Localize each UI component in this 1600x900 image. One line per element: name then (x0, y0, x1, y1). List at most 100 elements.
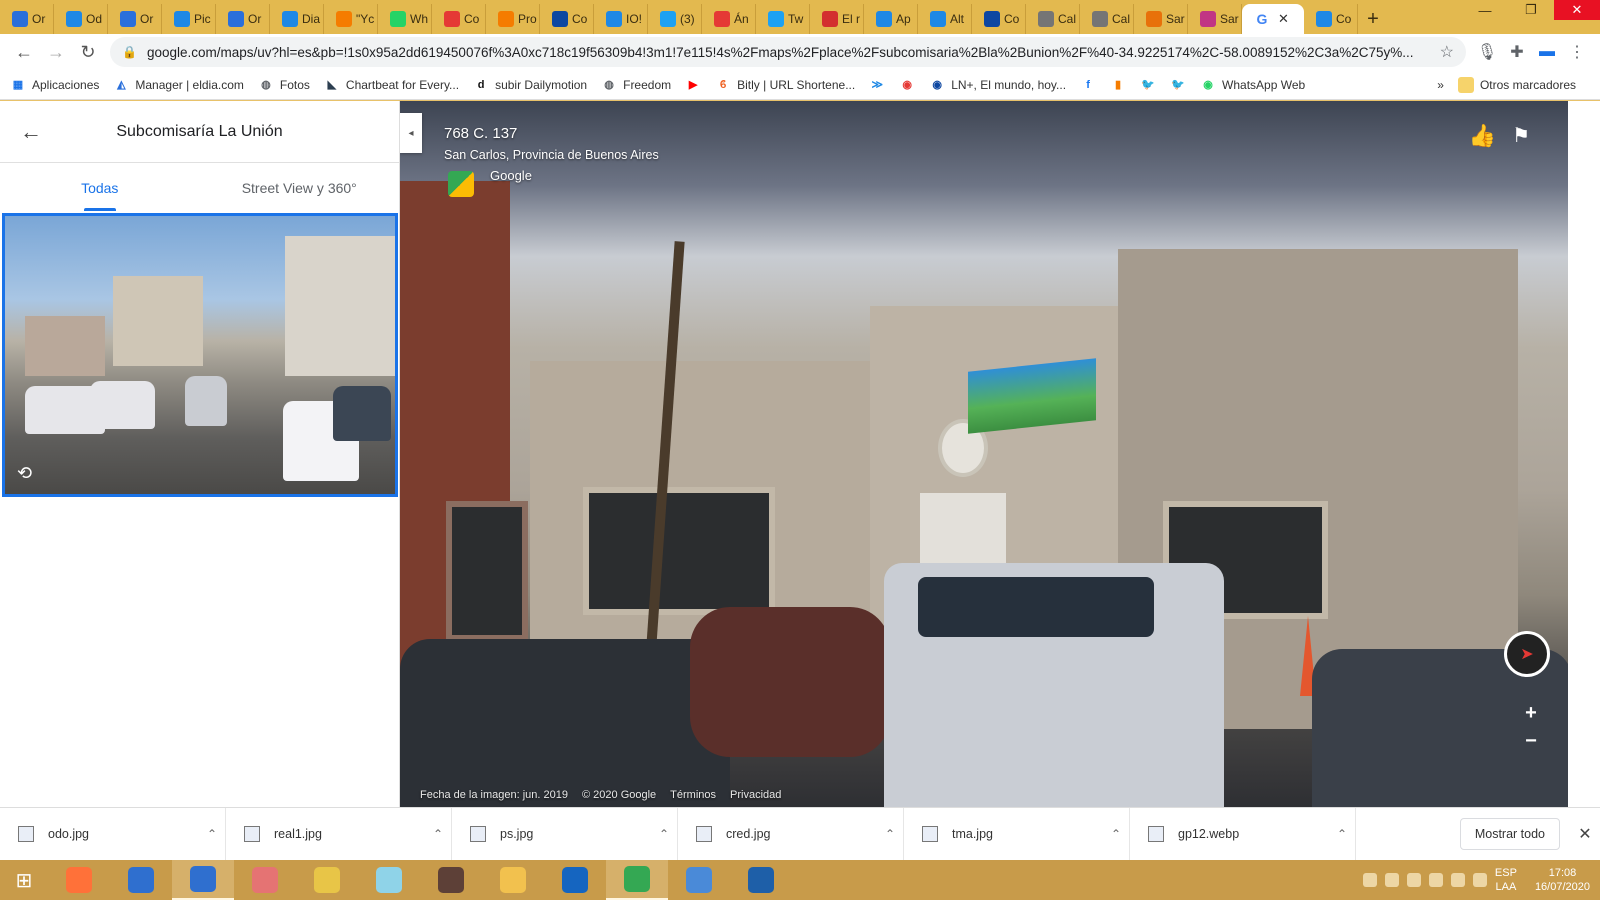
bookmark-item[interactable]: ▮ (1110, 77, 1126, 93)
extension-bar-icon[interactable]: ▬ (1532, 37, 1562, 67)
close-downloads-icon[interactable]: ✕ (1570, 824, 1600, 844)
browser-tab[interactable]: Or (216, 4, 270, 34)
taskbar-app[interactable] (48, 860, 110, 900)
forward-icon[interactable]: → (40, 36, 72, 68)
browser-tab[interactable]: Cal (1080, 4, 1134, 34)
taskbar-clock[interactable]: 17:08 16/07/2020 (1535, 866, 1590, 894)
chevron-up-icon[interactable]: ⌃ (199, 827, 225, 841)
download-item[interactable]: gp12.webp ⌃ (1130, 807, 1356, 861)
browser-tab[interactable]: Co (972, 4, 1026, 34)
defender-icon[interactable] (1428, 873, 1443, 887)
bookmark-item[interactable]: ◉ (899, 77, 915, 93)
bookmark-item[interactable]: d subir Dailymotion (473, 77, 587, 93)
input-language[interactable]: ESP LAA (1495, 866, 1517, 894)
taskbar-app[interactable] (358, 860, 420, 900)
browser-tab[interactable]: Wh (378, 4, 432, 34)
taskbar-app[interactable] (110, 860, 172, 900)
browser-tab[interactable]: Ap (864, 4, 918, 34)
browser-tab[interactable]: Co (540, 4, 594, 34)
compass-icon[interactable]: ➤ (1504, 631, 1550, 677)
terms-link[interactable]: Términos (670, 789, 716, 801)
taskbar-app[interactable] (668, 860, 730, 900)
browser-tab[interactable]: Od (54, 4, 108, 34)
volume-icon[interactable] (1384, 873, 1399, 887)
bookmark-item[interactable]: ϐ Bitly | URL Shortene... (715, 77, 855, 93)
privacy-link[interactable]: Privacidad (730, 789, 781, 801)
browser-tab[interactable]: Dia (270, 4, 324, 34)
browser-tab[interactable]: Co (1304, 4, 1358, 34)
download-item[interactable]: ps.jpg ⌃ (452, 807, 678, 861)
windows-start-icon[interactable]: ⊞ (0, 860, 48, 900)
bookmark-item[interactable]: 🐦 (1170, 77, 1186, 93)
browser-tab[interactable]: Alt (918, 4, 972, 34)
tab-street-view[interactable]: Street View y 360° (200, 163, 400, 213)
close-window-button[interactable]: ✕ (1554, 0, 1600, 20)
taskbar-app[interactable] (172, 860, 234, 900)
collapse-panel-button[interactable]: ◂ (400, 113, 422, 153)
browser-tab[interactable]: Pic (162, 4, 216, 34)
bookmark-item[interactable]: f (1080, 77, 1096, 93)
taskbar-app[interactable] (234, 860, 296, 900)
chevron-up-icon[interactable]: ⌃ (1329, 827, 1355, 841)
back-arrow-icon[interactable]: ← (0, 101, 62, 163)
extensions-icon[interactable]: ✚ (1502, 37, 1532, 67)
browser-tab[interactable]: Án (702, 4, 756, 34)
download-item[interactable]: odo.jpg ⌃ (0, 807, 226, 861)
url-text[interactable]: google.com/maps/uv?hl=es&pb=!1s0x95a2dd6… (147, 45, 1432, 60)
zoom-out-button[interactable]: − (1525, 727, 1537, 755)
browser-tab[interactable]: Co (432, 4, 486, 34)
browser-tab[interactable]: IO! (594, 4, 648, 34)
antivirus-icon[interactable] (1450, 873, 1465, 887)
tab-todas[interactable]: Todas (0, 163, 200, 213)
thumbs-up-icon[interactable]: 👍 (1469, 123, 1496, 149)
taskbar-app[interactable] (730, 860, 792, 900)
menu-icon[interactable]: ⋮ (1562, 37, 1592, 67)
chevron-up-icon[interactable]: ⌃ (877, 827, 903, 841)
download-item[interactable]: real1.jpg ⌃ (226, 807, 452, 861)
browser-tab[interactable]: Cal (1026, 4, 1080, 34)
star-icon[interactable]: ☆ (1440, 42, 1454, 62)
bookmark-item[interactable]: ◉ WhatsApp Web (1200, 77, 1305, 93)
bookmark-item[interactable]: ▶ (685, 77, 701, 93)
bookmark-item[interactable]: 🐦 (1140, 77, 1156, 93)
bookmark-item[interactable]: ◣ Chartbeat for Every... (324, 77, 459, 93)
reload-icon[interactable]: ↻ (72, 36, 104, 68)
notification-flag-icon[interactable] (1472, 873, 1487, 887)
chevron-up-icon[interactable]: ⌃ (425, 827, 451, 841)
microphone-icon[interactable]: 🎙 (1472, 37, 1502, 67)
close-tab-icon[interactable]: ✕ (1278, 11, 1289, 27)
taskbar-app[interactable] (482, 860, 544, 900)
report-flag-icon[interactable]: ⚑ (1512, 123, 1530, 148)
other-bookmarks[interactable]: Otros marcadores (1457, 76, 1576, 93)
browser-tab[interactable]: Pro (486, 4, 540, 34)
chevron-up-icon[interactable]: ⌃ (651, 827, 677, 841)
zoom-in-button[interactable]: + (1525, 699, 1537, 727)
address-bar[interactable]: 🔒 google.com/maps/uv?hl=es&pb=!1s0x95a2d… (110, 37, 1466, 67)
lock-icon[interactable]: 🔒 (122, 45, 137, 59)
browser-tab[interactable]: Or (108, 4, 162, 34)
taskbar-app[interactable] (296, 860, 358, 900)
tray-app-icon[interactable] (1362, 873, 1377, 887)
street-view-canvas[interactable]: ◂ 768 C. 137 San Carlos, Provincia de Bu… (400, 101, 1568, 807)
taskbar-app[interactable] (420, 860, 482, 900)
bookmark-item[interactable]: ◍ Fotos (258, 77, 310, 93)
download-item[interactable]: cred.jpg ⌃ (678, 807, 904, 861)
browser-tab[interactable]: Sar (1134, 4, 1188, 34)
taskbar-app[interactable] (606, 860, 668, 900)
minimize-button[interactable]: — (1462, 0, 1508, 20)
browser-tab[interactable]: "Yc (324, 4, 378, 34)
browser-tab[interactable]: Sar (1188, 4, 1242, 34)
show-all-button[interactable]: Mostrar todo (1459, 818, 1560, 850)
browser-tab[interactable]: Tw (756, 4, 810, 34)
network-icon[interactable] (1406, 873, 1421, 887)
bookmark-item[interactable]: ◍ Freedom (601, 77, 671, 93)
browser-tab-active[interactable]: G ✕ (1242, 4, 1304, 34)
browser-tab[interactable]: (3) (648, 4, 702, 34)
bookmark-item[interactable]: ◉ LN+, El mundo, hoy... (929, 77, 1066, 93)
restore-button[interactable]: ❐ (1508, 0, 1554, 20)
download-item[interactable]: tma.jpg ⌃ (904, 807, 1130, 861)
chevron-up-icon[interactable]: ⌃ (1103, 827, 1129, 841)
back-icon[interactable]: ← (8, 36, 40, 68)
new-tab-button[interactable]: + (1358, 4, 1388, 34)
street-view-thumbnail[interactable]: ⟲ (2, 213, 398, 497)
